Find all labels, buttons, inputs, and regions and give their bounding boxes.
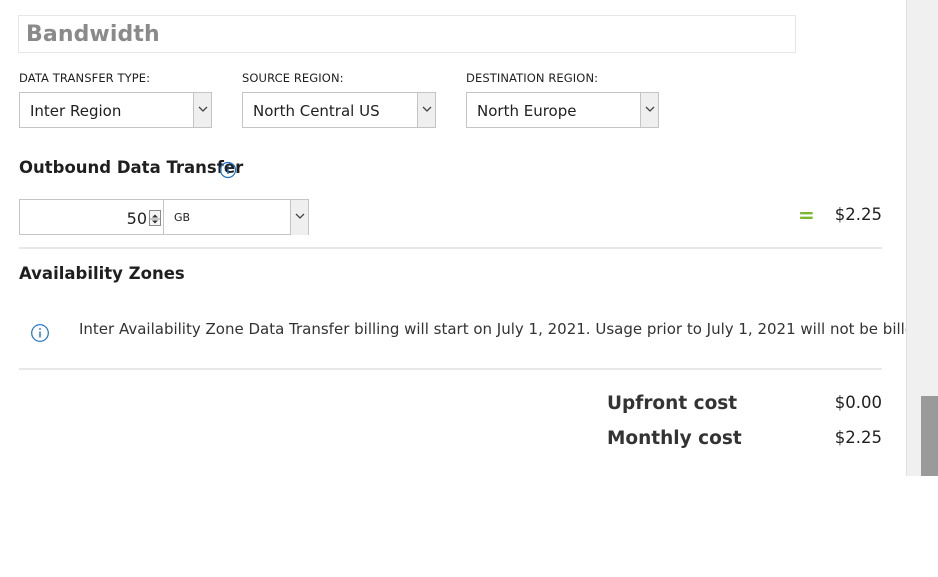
scrollbar-thumb[interactable]: [921, 396, 938, 476]
availability-heading: Availability Zones: [19, 264, 185, 283]
section-title: Bandwidth: [26, 22, 160, 47]
destination-region-select[interactable]: North Europe: [466, 92, 659, 128]
chevron-down-icon[interactable]: [417, 93, 435, 127]
source-region-select[interactable]: North Central US: [242, 92, 436, 128]
transfer-type-value: Inter Region: [30, 102, 122, 120]
unit-select[interactable]: GB: [164, 199, 309, 235]
quantity-value: 50: [126, 209, 147, 228]
scrollbar[interactable]: [906, 0, 938, 476]
destination-region-label: DESTINATION REGION:: [466, 71, 599, 85]
transfer-type-select[interactable]: Inter Region: [19, 92, 212, 128]
spinner-icon[interactable]: [149, 210, 161, 226]
quantity-stepper[interactable]: 50: [19, 199, 164, 235]
chevron-down-icon[interactable]: [290, 200, 308, 235]
chevron-down-icon[interactable]: [640, 93, 658, 127]
upfront-cost-label: Upfront cost: [607, 393, 738, 414]
monthly-cost-value: $2.25: [834, 428, 882, 447]
section-title-input[interactable]: Bandwidth: [18, 15, 796, 53]
divider: [19, 368, 882, 370]
equals-sign: =: [798, 203, 815, 227]
info-icon[interactable]: [219, 161, 237, 183]
availability-notice: Inter Availability Zone Data Transfer bi…: [79, 320, 929, 338]
transfer-type-label: DATA TRANSFER TYPE:: [19, 71, 151, 85]
info-icon: [30, 323, 50, 347]
destination-region-value: North Europe: [477, 102, 577, 120]
chevron-down-icon[interactable]: [193, 93, 211, 127]
source-region-value: North Central US: [253, 102, 380, 120]
upfront-cost-value: $0.00: [834, 393, 882, 412]
monthly-cost-label: Monthly cost: [607, 428, 742, 449]
source-region-label: SOURCE REGION:: [242, 71, 344, 85]
unit-value: GB: [174, 211, 191, 224]
outbound-price: $2.25: [834, 205, 882, 224]
outbound-heading: Outbound Data Transfer: [19, 158, 244, 177]
divider: [19, 247, 882, 249]
